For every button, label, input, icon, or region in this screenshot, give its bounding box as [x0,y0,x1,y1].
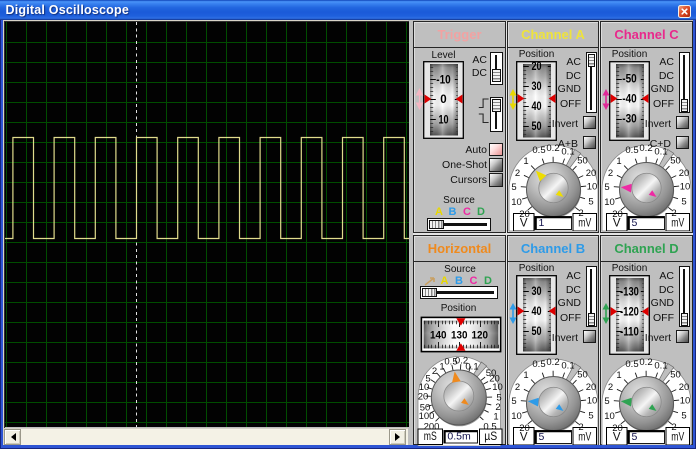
svg-text:5: 5 [632,217,638,229]
svg-text:2: 2 [671,208,676,219]
svg-text:2: 2 [515,168,520,179]
svg-text:10: 10 [680,396,691,407]
svg-text:0.2: 0.2 [639,357,652,368]
svg-text:50: 50 [670,156,681,167]
svg-text:5: 5 [681,197,686,208]
svg-text:5: 5 [511,182,516,193]
svg-text:1: 1 [539,217,545,229]
svg-text:10: 10 [587,182,598,193]
svg-text:mS: mS [424,431,437,443]
svg-text:mV: mV [671,218,684,230]
svg-text:2: 2 [608,168,613,179]
svg-text:20: 20 [612,423,623,434]
svg-text:10: 10 [511,197,522,208]
svg-text:1: 1 [523,156,528,167]
svg-text:0.1: 0.1 [561,361,574,372]
svg-text:10: 10 [587,396,598,407]
svg-text:50: 50 [577,370,588,381]
svg-text:200: 200 [424,422,440,433]
svg-text:10: 10 [492,382,503,393]
svg-text:20: 20 [519,423,530,434]
svg-text:20: 20 [586,382,597,393]
svg-text:5: 5 [539,431,545,443]
svg-text:5: 5 [604,182,609,193]
svg-text:10: 10 [680,182,691,193]
svg-text:1: 1 [616,156,621,167]
svg-text:mV: mV [578,432,591,444]
svg-text:5: 5 [632,431,638,443]
svg-text:µS: µS [484,431,497,443]
svg-text:130: 130 [451,329,468,341]
svg-text:0.5m: 0.5m [447,431,471,443]
svg-text:0.5: 0.5 [483,422,496,433]
svg-text:10: 10 [438,115,448,127]
svg-text:20: 20 [519,209,530,220]
svg-text:5: 5 [511,396,516,407]
svg-text:5: 5 [681,411,686,422]
svg-text:1: 1 [616,370,621,381]
svg-text:10: 10 [604,197,615,208]
svg-text:50: 50 [670,370,681,381]
svg-text:50: 50 [577,156,588,167]
svg-text:5: 5 [588,197,593,208]
svg-text:mV: mV [578,218,591,230]
svg-text:0.1: 0.1 [465,362,478,373]
svg-text:0: 0 [440,94,446,106]
svg-text:2: 2 [515,382,520,393]
svg-text:0.2: 0.2 [546,357,559,368]
svg-text:1: 1 [523,370,528,381]
svg-text:5: 5 [604,396,609,407]
svg-text:5: 5 [588,411,593,422]
svg-text:2: 2 [578,208,583,219]
svg-text:0.1: 0.1 [654,361,667,372]
svg-text:10: 10 [511,411,522,422]
svg-text:10: 10 [604,411,615,422]
svg-text:2: 2 [608,382,613,393]
svg-text:20: 20 [679,168,690,179]
svg-text:20: 20 [586,168,597,179]
svg-text:140: 140 [430,329,447,341]
svg-text:20: 20 [612,209,623,220]
svg-text:mV: mV [671,432,684,444]
svg-text:1: 1 [439,362,444,373]
svg-text:120: 120 [471,329,488,341]
svg-text:2: 2 [671,422,676,433]
svg-text:100: 100 [419,411,435,422]
svg-text:2: 2 [432,366,437,377]
svg-text:20: 20 [679,382,690,393]
svg-text:20: 20 [418,392,429,403]
svg-text:0.5: 0.5 [625,359,638,370]
svg-text:2: 2 [578,422,583,433]
svg-text:0.5: 0.5 [532,359,545,370]
